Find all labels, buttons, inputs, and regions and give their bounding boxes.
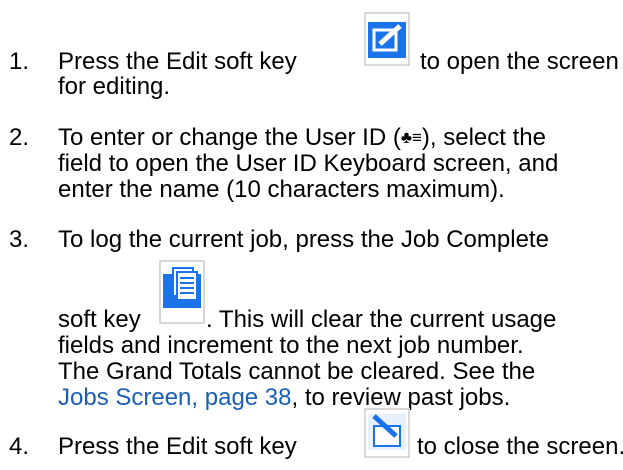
job-complete-key-icon xyxy=(159,260,205,324)
step-text: field to open the User ID Keyboard scree… xyxy=(58,150,559,177)
step-text: fields and increment to the next job num… xyxy=(58,332,524,359)
step-text: To enter or change the User ID (♣≡), sel… xyxy=(58,124,546,151)
user-id-icon: ♣≡ xyxy=(400,128,422,147)
step-text: to close the screen. xyxy=(417,433,623,460)
jobs-screen-link[interactable]: Jobs Screen, page 38 xyxy=(58,384,292,411)
step-text: . This will clear the current usage xyxy=(206,306,557,333)
edit-close-key-icon xyxy=(364,408,410,458)
step-text-part: , to review past jobs. xyxy=(291,384,511,411)
step-text: for editing. xyxy=(58,73,171,100)
step-number: 2. xyxy=(9,124,30,151)
step-number: 4. xyxy=(9,433,30,460)
step-text: enter the name (10 characters maximum). xyxy=(58,176,505,203)
step-text: soft key xyxy=(58,306,141,333)
step-text: Press the Edit soft key xyxy=(58,48,297,75)
step-text: The Grand Totals cannot be cleared. See … xyxy=(58,358,536,385)
step-text: Press the Edit soft key xyxy=(58,433,297,460)
step-text: to open the screen xyxy=(420,48,619,75)
step-text-part: To enter or change the User ID ( xyxy=(58,124,401,151)
step-text: To log the current job, press the Job Co… xyxy=(58,226,549,253)
step-number: 3. xyxy=(9,226,30,253)
step-number: 1. xyxy=(9,48,30,75)
step-text: Jobs Screen, page 38, to review past job… xyxy=(58,384,510,411)
step-text-part: ), select the xyxy=(421,124,546,151)
edit-open-key-icon xyxy=(364,12,410,66)
